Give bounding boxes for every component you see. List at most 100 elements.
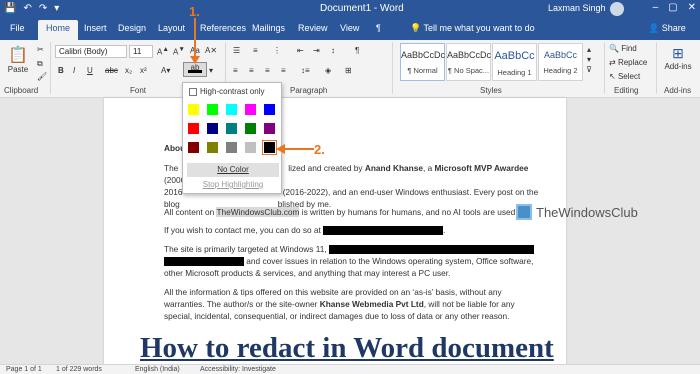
numbering-icon[interactable]: ≡ bbox=[252, 45, 259, 56]
grow-font-icon[interactable]: A▲ bbox=[156, 45, 170, 58]
redacted-block bbox=[328, 245, 534, 255]
align-center-icon[interactable]: ≡ bbox=[248, 65, 255, 76]
copy-icon[interactable]: ⧉ bbox=[36, 58, 44, 70]
clear-formatting-icon[interactable]: A✕ bbox=[204, 45, 218, 56]
highlight-dropdown-icon[interactable]: ▾ bbox=[208, 65, 214, 76]
text-highlight-color-button[interactable]: ab bbox=[183, 62, 207, 77]
borders-icon[interactable]: ⊞ bbox=[344, 65, 353, 76]
tab-layout[interactable]: Layout bbox=[158, 23, 185, 33]
decrease-indent-icon[interactable]: ⇤ bbox=[296, 45, 305, 56]
color-swatch[interactable] bbox=[225, 103, 238, 116]
text-effects-icon[interactable]: A▾ bbox=[160, 65, 171, 76]
paste-button[interactable]: 📋 Paste bbox=[6, 44, 30, 80]
color-swatch[interactable] bbox=[263, 103, 276, 116]
cut-icon[interactable]: ✂ bbox=[36, 44, 45, 55]
close-button[interactable]: ✕ bbox=[688, 2, 696, 13]
minimize-button[interactable]: – bbox=[653, 2, 659, 13]
avatar[interactable] bbox=[610, 2, 624, 16]
select-button[interactable]: ↖ Select bbox=[608, 71, 641, 82]
tab-insert[interactable]: Insert bbox=[84, 23, 107, 33]
save-icon[interactable]: 💾 bbox=[4, 3, 16, 14]
subscript-button[interactable]: x₂ bbox=[124, 65, 133, 76]
tab-view[interactable]: View bbox=[340, 23, 359, 33]
replace-button[interactable]: ⇄ Replace bbox=[608, 57, 648, 68]
color-swatch[interactable] bbox=[187, 103, 200, 116]
font-size-box[interactable]: 11 bbox=[129, 45, 153, 58]
style-heading-1[interactable]: AaBbCc Heading 1 bbox=[492, 43, 537, 81]
customize-icon[interactable]: ▾ bbox=[54, 3, 59, 14]
add-ins-button[interactable]: ⊞ Add-ins bbox=[660, 44, 696, 72]
paragraph-group-label: Paragraph bbox=[290, 86, 328, 95]
high-contrast-checkbox[interactable] bbox=[189, 87, 197, 96]
redo-icon[interactable]: ↷ bbox=[39, 3, 47, 14]
color-swatch[interactable] bbox=[187, 141, 200, 154]
color-swatch[interactable] bbox=[206, 141, 219, 154]
tab-file[interactable]: File bbox=[10, 23, 25, 33]
high-contrast-option[interactable]: High-contrast only bbox=[189, 87, 264, 96]
strikethrough-button[interactable]: abc bbox=[104, 65, 119, 76]
style-heading-2[interactable]: AaBbCc Heading 2 bbox=[538, 43, 583, 81]
justify-icon[interactable]: ≡ bbox=[280, 65, 287, 76]
superscript-button[interactable]: x² bbox=[139, 65, 148, 76]
color-swatch[interactable] bbox=[263, 122, 276, 135]
undo-icon[interactable]: ↶ bbox=[23, 3, 31, 14]
color-swatch[interactable] bbox=[244, 141, 257, 154]
share-button[interactable]: 👤 Share bbox=[648, 23, 686, 34]
color-swatch[interactable] bbox=[225, 122, 238, 135]
tab-home[interactable]: Home bbox=[38, 20, 79, 40]
color-swatch[interactable] bbox=[187, 122, 200, 135]
style-normal[interactable]: AaBbCcDc ¶ Normal bbox=[400, 43, 445, 81]
align-left-icon[interactable]: ≡ bbox=[232, 65, 239, 76]
color-swatch[interactable] bbox=[206, 103, 219, 116]
tab-references[interactable]: References bbox=[200, 23, 246, 33]
shrink-font-icon[interactable]: A▼ bbox=[172, 45, 186, 58]
accessibility-status[interactable]: Accessibility: Investigate bbox=[200, 366, 276, 373]
font-name-box[interactable]: Calibri (Body) bbox=[55, 45, 127, 58]
replace-icon: ⇄ bbox=[609, 58, 618, 67]
tab-review[interactable]: Review bbox=[298, 23, 328, 33]
tab-pilcrow[interactable]: ¶ bbox=[376, 23, 381, 33]
tell-me-search[interactable]: 💡 Tell me what you want to do bbox=[410, 23, 535, 34]
page-count[interactable]: Page 1 of 1 bbox=[6, 366, 42, 373]
maximize-button[interactable]: ▢ bbox=[668, 2, 677, 13]
doc-paragraph-5: All the information & tips offered on th… bbox=[164, 287, 515, 321]
color-swatch[interactable] bbox=[262, 140, 277, 155]
underline-button[interactable]: U bbox=[86, 65, 94, 76]
tab-design[interactable]: Design bbox=[118, 23, 146, 33]
show-formatting-icon[interactable]: ¶ bbox=[354, 45, 360, 56]
format-painter-icon[interactable]: 🖌 bbox=[36, 71, 48, 82]
line-spacing-icon[interactable]: ↕≡ bbox=[300, 65, 311, 76]
editing-group-label: Editing bbox=[614, 86, 639, 95]
tab-mailings[interactable]: Mailings bbox=[252, 23, 285, 33]
bold-button[interactable]: B bbox=[57, 65, 65, 76]
add-ins-group-label: Add-ins bbox=[664, 86, 692, 95]
doc-paragraph-3: If you wish to contact me, you can do so… bbox=[164, 225, 446, 236]
style-no-spacing[interactable]: AaBbCcDc ¶ No Spac... bbox=[446, 43, 491, 81]
add-ins-icon: ⊞ bbox=[672, 45, 684, 61]
ribbon-tabs: File Home Insert Design Layout Reference… bbox=[0, 18, 700, 40]
divider bbox=[392, 42, 393, 94]
multilevel-list-icon[interactable]: ⋮ bbox=[272, 45, 282, 56]
language[interactable]: English (India) bbox=[135, 366, 180, 373]
increase-indent-icon[interactable]: ⇥ bbox=[312, 45, 321, 56]
font-group-label: Font bbox=[130, 86, 147, 95]
color-swatch[interactable] bbox=[244, 122, 257, 135]
search-icon: 🔍 bbox=[609, 44, 622, 53]
bullets-icon[interactable]: ☰ bbox=[232, 45, 241, 56]
italic-button[interactable]: I bbox=[72, 65, 76, 76]
color-swatch[interactable] bbox=[244, 103, 257, 116]
annotation-1: 1. bbox=[189, 4, 200, 19]
styles-scroll-icon[interactable]: ▴ ▾ ⊽ bbox=[584, 44, 594, 82]
color-swatch[interactable] bbox=[225, 141, 238, 154]
color-swatch[interactable] bbox=[206, 122, 219, 135]
align-right-icon[interactable]: ≡ bbox=[264, 65, 271, 76]
document-page[interactable]: Abou The lized and created by Anand Khans… bbox=[104, 98, 566, 366]
windows-club-logo-icon bbox=[516, 204, 532, 220]
user-name[interactable]: Laxman Singh bbox=[548, 3, 606, 13]
stop-highlighting-option: Stop Highlighting bbox=[202, 180, 264, 189]
shading-icon[interactable]: ◈ bbox=[324, 65, 332, 76]
word-count[interactable]: 1 of 229 words bbox=[56, 366, 102, 373]
no-color-option[interactable]: No Color bbox=[187, 163, 279, 177]
find-button[interactable]: 🔍 Find bbox=[608, 43, 638, 54]
sort-icon[interactable]: ↕ bbox=[330, 45, 336, 56]
